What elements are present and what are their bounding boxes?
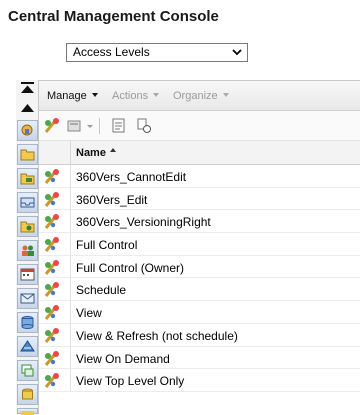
toolbar: [39, 111, 360, 141]
table-row[interactable]: View: [39, 301, 360, 324]
instances-icon: [21, 411, 34, 415]
access-level-icon: [44, 214, 59, 230]
row-icon-cell: [39, 323, 71, 346]
actions-dropdown-icon: [153, 93, 160, 97]
table-row[interactable]: Schedule: [39, 278, 360, 302]
user-security-icon[interactable]: [135, 117, 153, 135]
applications-icon: [22, 388, 33, 400]
rail-server-groups-button[interactable]: [17, 336, 38, 357]
access-level-name[interactable]: Schedule: [76, 283, 126, 297]
server-groups-icon: [20, 340, 35, 352]
access-level-name[interactable]: 360Vers_VersioningRight: [76, 215, 211, 229]
access-level-icon: [44, 191, 59, 207]
properties-dropdown-icon[interactable]: [86, 117, 94, 135]
row-icon-cell: [39, 187, 71, 210]
table-row[interactable]: Full Control (Owner): [39, 255, 360, 279]
access-levels-icon: [21, 124, 33, 136]
access-level-icon: [44, 259, 59, 275]
categories-icon: [20, 173, 35, 185]
access-level-name[interactable]: View: [76, 306, 102, 320]
calendars-icon: [20, 268, 35, 281]
table-row[interactable]: 360Vers_Edit: [39, 187, 360, 211]
rail-instances-button[interactable]: [17, 408, 38, 415]
access-level-name[interactable]: 360Vers_Edit: [76, 193, 147, 207]
servers-icon: [21, 316, 34, 329]
app-title: Central Management Console: [8, 8, 219, 25]
actions-menu[interactable]: Actions: [112, 90, 160, 102]
rail-calendars-button[interactable]: [17, 264, 38, 285]
collapse-top-icon[interactable]: [20, 82, 35, 94]
grid-header: Name: [39, 141, 360, 165]
access-level-icon: [44, 373, 59, 389]
row-icon-cell: [39, 255, 71, 278]
row-icon-cell: [39, 369, 71, 391]
users-groups-icon: [22, 245, 34, 256]
rail-folders-button[interactable]: [17, 144, 38, 165]
rail-users-groups-button[interactable]: [17, 240, 38, 261]
name-column-header[interactable]: Name: [76, 147, 116, 159]
properties-icon[interactable]: [66, 117, 84, 135]
access-level-name[interactable]: View Top Level Only: [76, 374, 184, 388]
rail-personal-folders-button[interactable]: [17, 216, 38, 237]
access-level-name[interactable]: View On Demand: [76, 352, 170, 366]
new-access-level-icon[interactable]: [43, 117, 61, 135]
table-row[interactable]: 360Vers_CannotEdit: [39, 165, 360, 188]
icon-column-header: [39, 141, 71, 165]
organize-dropdown-icon: [222, 93, 229, 97]
access-level-icon: [44, 350, 59, 366]
access-level-icon: [44, 282, 59, 298]
access-level-icon: [44, 327, 59, 343]
organize-menu[interactable]: Organize: [173, 90, 229, 102]
manage-dropdown-icon: [91, 93, 98, 97]
access-level-name[interactable]: Full Control: [76, 238, 137, 252]
events-icon: [20, 293, 35, 304]
rail-access-levels-button[interactable]: [17, 120, 38, 141]
row-icon-cell: [39, 210, 71, 233]
manage-menu[interactable]: Manage: [47, 90, 98, 102]
table-row[interactable]: View & Refresh (not schedule): [39, 323, 360, 347]
select-value: Access Levels: [73, 45, 150, 59]
access-level-name[interactable]: Full Control (Owner): [76, 261, 184, 275]
access-level-icon: [44, 169, 59, 184]
navigation-rail: [16, 80, 39, 415]
menu-bar: Manage Actions Organize: [39, 81, 360, 111]
row-icon-cell: [39, 346, 71, 369]
toolbar-separator: [99, 118, 100, 134]
content-panel: Manage Actions Organize Name 360Vers_Can…: [39, 80, 360, 414]
row-icon-cell: [39, 301, 71, 323]
grid-body: 360Vers_CannotEdit 360Vers_Edit 360Vers_Ve…: [39, 165, 360, 392]
rail-inbox-button[interactable]: [17, 192, 38, 213]
access-levels-grid: Name 360Vers_CannotEdit 360Vers_Edit 360Ve…: [39, 141, 360, 392]
scroll-up-icon[interactable]: [20, 101, 35, 113]
rail-servers-button[interactable]: [17, 312, 38, 333]
access-level-name[interactable]: View & Refresh (not schedule): [76, 329, 238, 343]
name-column-label: Name: [76, 147, 106, 159]
manage-menu-label: Manage: [47, 90, 87, 102]
table-row[interactable]: View Top Level Only: [39, 369, 360, 392]
rail-applications-button[interactable]: [17, 384, 38, 405]
rail-sessions-button[interactable]: [17, 360, 38, 381]
access-levels-select[interactable]: Access Levels: [66, 43, 248, 62]
folders-icon: [20, 149, 35, 161]
organize-menu-label: Organize: [173, 90, 218, 102]
sessions-icon: [21, 364, 34, 377]
access-level-icon: [44, 305, 59, 321]
chevron-down-icon: [232, 49, 242, 56]
access-level-icon: [44, 237, 59, 253]
row-icon-cell: [39, 165, 71, 187]
personal-folders-icon: [20, 221, 35, 233]
row-icon-cell: [39, 233, 71, 255]
table-row[interactable]: 360Vers_VersioningRight: [39, 210, 360, 234]
table-row[interactable]: View On Demand: [39, 346, 360, 370]
refresh-list-icon[interactable]: [110, 117, 128, 135]
access-level-name[interactable]: 360Vers_CannotEdit: [76, 170, 186, 184]
rail-events-button[interactable]: [17, 288, 38, 309]
table-row[interactable]: Full Control: [39, 233, 360, 256]
sort-ascending-icon: [109, 148, 116, 152]
actions-menu-label: Actions: [112, 90, 149, 102]
inbox-icon: [20, 197, 35, 208]
row-icon-cell: [39, 278, 71, 301]
rail-categories-button[interactable]: [17, 168, 38, 189]
